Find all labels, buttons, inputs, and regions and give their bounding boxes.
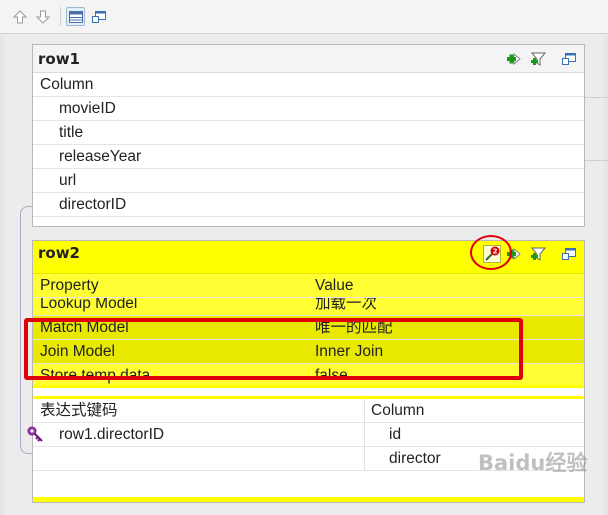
filter-add-icon[interactable] (529, 245, 547, 263)
value-header: Value (315, 277, 354, 294)
table-view-icon[interactable] (66, 7, 85, 26)
panel-footer-bar (33, 497, 584, 502)
arrow-up-icon[interactable] (10, 7, 29, 26)
key-icon (27, 426, 43, 449)
settings-row-lookup[interactable]: Lookup Model 加载一次 (33, 298, 584, 316)
column-name: directorID (59, 196, 127, 213)
column-name: title (59, 124, 84, 141)
column-name: movieID (59, 100, 116, 117)
settings-header: Property Value (33, 274, 584, 298)
column-name: releaseYear (59, 148, 142, 165)
link-line (585, 97, 608, 98)
toolbar-separator (60, 7, 61, 26)
table-row[interactable]: directorID (33, 193, 584, 217)
window-icon[interactable] (89, 7, 108, 26)
column-name: director (389, 450, 441, 467)
column-header-label: Column (371, 402, 425, 419)
table-row[interactable]: releaseYear (33, 145, 584, 169)
property-header: Property (40, 277, 99, 294)
annotation-circle (470, 235, 512, 270)
expression-value[interactable]: row1.directorID (59, 423, 164, 446)
table-row[interactable]: url (33, 169, 584, 193)
column-name: id (389, 426, 402, 443)
property-value[interactable]: 加载一次 (315, 298, 377, 315)
property-name: Lookup Model (40, 298, 138, 312)
link-line (585, 160, 608, 161)
add-column-icon[interactable] (505, 50, 523, 68)
row1-title: row1 (38, 50, 80, 68)
table-row[interactable]: row1.directorID id (27, 423, 584, 447)
column-header-label: Column (40, 76, 94, 93)
toolbar (0, 0, 608, 34)
row2-title: row2 (38, 244, 80, 262)
minimize-window-icon[interactable] (560, 50, 578, 68)
table-row[interactable]: title (33, 121, 584, 145)
row1-panel: row1 Column movieID title releaseYear ur… (32, 44, 585, 227)
minimize-window-icon[interactable] (560, 245, 578, 263)
column-header: Column (33, 73, 584, 97)
filter-add-icon[interactable] (529, 50, 547, 68)
expression-header-label: 表达式键码 (40, 402, 118, 419)
table-row[interactable]: movieID (33, 97, 584, 121)
watermark: Baidu经验 (478, 451, 588, 475)
row1-header: row1 (33, 45, 584, 73)
column-name: url (59, 172, 77, 189)
annotation-highlight-box (24, 318, 523, 380)
expression-header: 表达式键码 Column (33, 399, 584, 423)
arrow-down-icon[interactable] (33, 7, 52, 26)
